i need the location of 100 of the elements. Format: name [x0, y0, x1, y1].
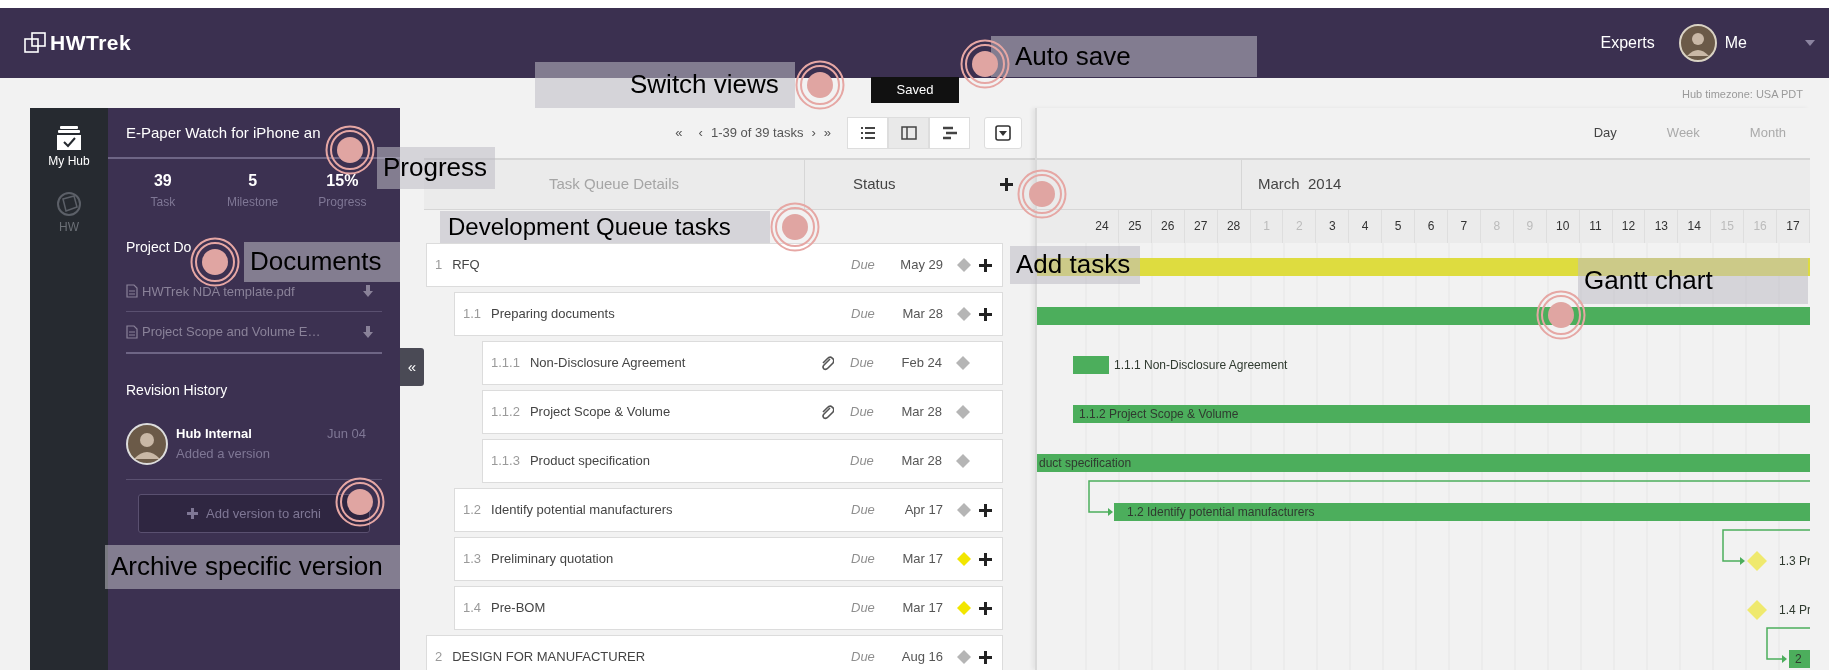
collapse-button[interactable]: « [400, 348, 424, 386]
day-label: 25 [1118, 210, 1152, 243]
column-header: Status [853, 174, 896, 195]
task-row[interactable]: 1.1.1 Non-Disclosure Agreement Due Feb 24 [482, 341, 1003, 385]
scale-tab[interactable]: Day [1593, 123, 1617, 143]
task-title: DESIGN FOR MANUFACTURER [452, 648, 646, 667]
task-row[interactable]: 1.3 Preliminary quotation Due Mar 17 [454, 537, 1003, 581]
gantt-icon [941, 125, 958, 141]
add-icon[interactable] [979, 258, 992, 272]
stat-value: 15% [325, 170, 360, 191]
status-diamond [957, 601, 971, 615]
dropdown-button[interactable] [984, 117, 1022, 149]
callout-marker [795, 60, 845, 110]
task-title: Preparing documents [491, 305, 615, 324]
task-row[interactable]: 1 RFQ Due May 29 [426, 243, 1003, 287]
add-icon[interactable] [979, 307, 992, 321]
task-number: 1.1 [463, 305, 482, 324]
day-label: 7 [1447, 210, 1481, 243]
status-diamond [957, 650, 971, 664]
first-page-link[interactable]: « [675, 123, 683, 143]
callout-marker [770, 202, 820, 252]
task-title: Project Scope & Volume [529, 403, 671, 422]
add-icon[interactable] [979, 552, 992, 566]
task-title: RFQ [452, 256, 480, 275]
callout-marker [1536, 290, 1586, 340]
document-icon [126, 324, 138, 339]
callout-marker [960, 39, 1010, 89]
due-date: May 29 [899, 256, 943, 275]
due-date: Mar 28 [901, 305, 943, 324]
previous-page-link[interactable]: ‹ [698, 123, 703, 143]
day-label: 28 [1217, 210, 1251, 243]
last-page-link[interactable]: » [823, 123, 831, 143]
polygon-icon [55, 190, 83, 218]
due-date: Aug 16 [900, 648, 943, 667]
rail-tab[interactable]: My Hub [30, 118, 108, 176]
stat-label: Task [149, 193, 177, 211]
task-row[interactable]: 1.1.2 Project Scope & Volume Due Mar 28 [482, 390, 1003, 434]
due-label: Due [850, 403, 875, 422]
task-row[interactable]: 1.1 Preparing documents Due Mar 28 [454, 292, 1003, 336]
caret-icon[interactable] [1805, 40, 1815, 46]
download-icon[interactable] [362, 324, 374, 339]
task-number: 1.4 [463, 599, 482, 618]
day-label: 5 [1382, 210, 1416, 243]
day-label: 13 [1645, 210, 1679, 243]
annotation-label: Documents [244, 242, 400, 282]
day-label: 24 [1086, 210, 1119, 243]
add-icon[interactable] [979, 650, 992, 664]
due-label: Due [851, 648, 876, 667]
due-label: Due [850, 354, 875, 373]
day-label: 10 [1546, 210, 1580, 243]
task-row[interactable]: 1.1.3 Product specification Due Mar 28 [482, 439, 1003, 483]
task-title: Identify potential manufacturers [491, 501, 673, 520]
nav-link[interactable]: Experts [1600, 31, 1655, 55]
bar-label: 2 [1795, 652, 1802, 666]
bar-label: 1.1.1 Non-Disclosure Agreement [1114, 358, 1288, 372]
stat-value: 5 [247, 170, 259, 191]
add-icon[interactable] [979, 503, 992, 517]
document-icon [126, 284, 138, 299]
add-icon[interactable] [979, 601, 992, 615]
task-row[interactable]: 1.4 Pre-BOM Due Mar 17 [454, 586, 1003, 630]
task-number: 1.1.1 [491, 354, 520, 373]
task-title: Preliminary quotation [491, 550, 614, 569]
user-name[interactable]: Me [1724, 31, 1747, 55]
task-number: 1.1.3 [491, 452, 520, 471]
task-title: Product specification [529, 452, 650, 471]
next-page-link[interactable]: › [811, 123, 816, 143]
avatar[interactable] [1678, 24, 1717, 62]
add-icon[interactable] [1000, 178, 1013, 191]
due-label: Due [851, 550, 876, 569]
paperclip-icon[interactable] [820, 404, 834, 420]
view-toggle[interactable] [888, 117, 929, 149]
bar-label: 1.2 Identify potential manufacturers [1127, 505, 1315, 519]
annotation-label: Gantt chart [1578, 258, 1808, 304]
task-row[interactable]: 1.2 Identify potential manufacturers Due Apr 17 [454, 488, 1003, 532]
stat-label: Progress [317, 193, 368, 211]
paperclip-icon[interactable] [820, 355, 834, 371]
plus-icon [187, 507, 199, 519]
revision-author: Hub Internal [176, 425, 252, 443]
status-diamond [956, 356, 970, 370]
bar-label: 1.4 Pr [1779, 603, 1810, 617]
status-diamond [957, 307, 971, 321]
task-number: 1.1.2 [491, 403, 520, 422]
task-title: Pre-BOM [491, 599, 546, 618]
due-label: Due [851, 599, 876, 618]
annotation-label: Archive specific version [105, 545, 400, 589]
annotation-label: Development Queue tasks [440, 211, 770, 243]
day-label: 4 [1349, 210, 1383, 243]
day-label: 6 [1415, 210, 1448, 243]
view-toggle[interactable] [929, 117, 970, 149]
annotation-label: Add tasks [1010, 246, 1140, 284]
inbox-check-icon [55, 124, 83, 152]
section-heading: Project Do [126, 238, 192, 255]
annotation-label: Progress [377, 147, 495, 189]
view-toggle[interactable] [847, 117, 888, 149]
stat-value: 39 [152, 170, 173, 191]
task-row[interactable]: 2 DESIGN FOR MANUFACTURER Due Aug 16 [426, 635, 1003, 670]
status-diamond [956, 454, 970, 468]
day-label: 3 [1316, 210, 1350, 243]
due-label: Due [851, 256, 876, 275]
download-icon[interactable] [362, 284, 374, 299]
